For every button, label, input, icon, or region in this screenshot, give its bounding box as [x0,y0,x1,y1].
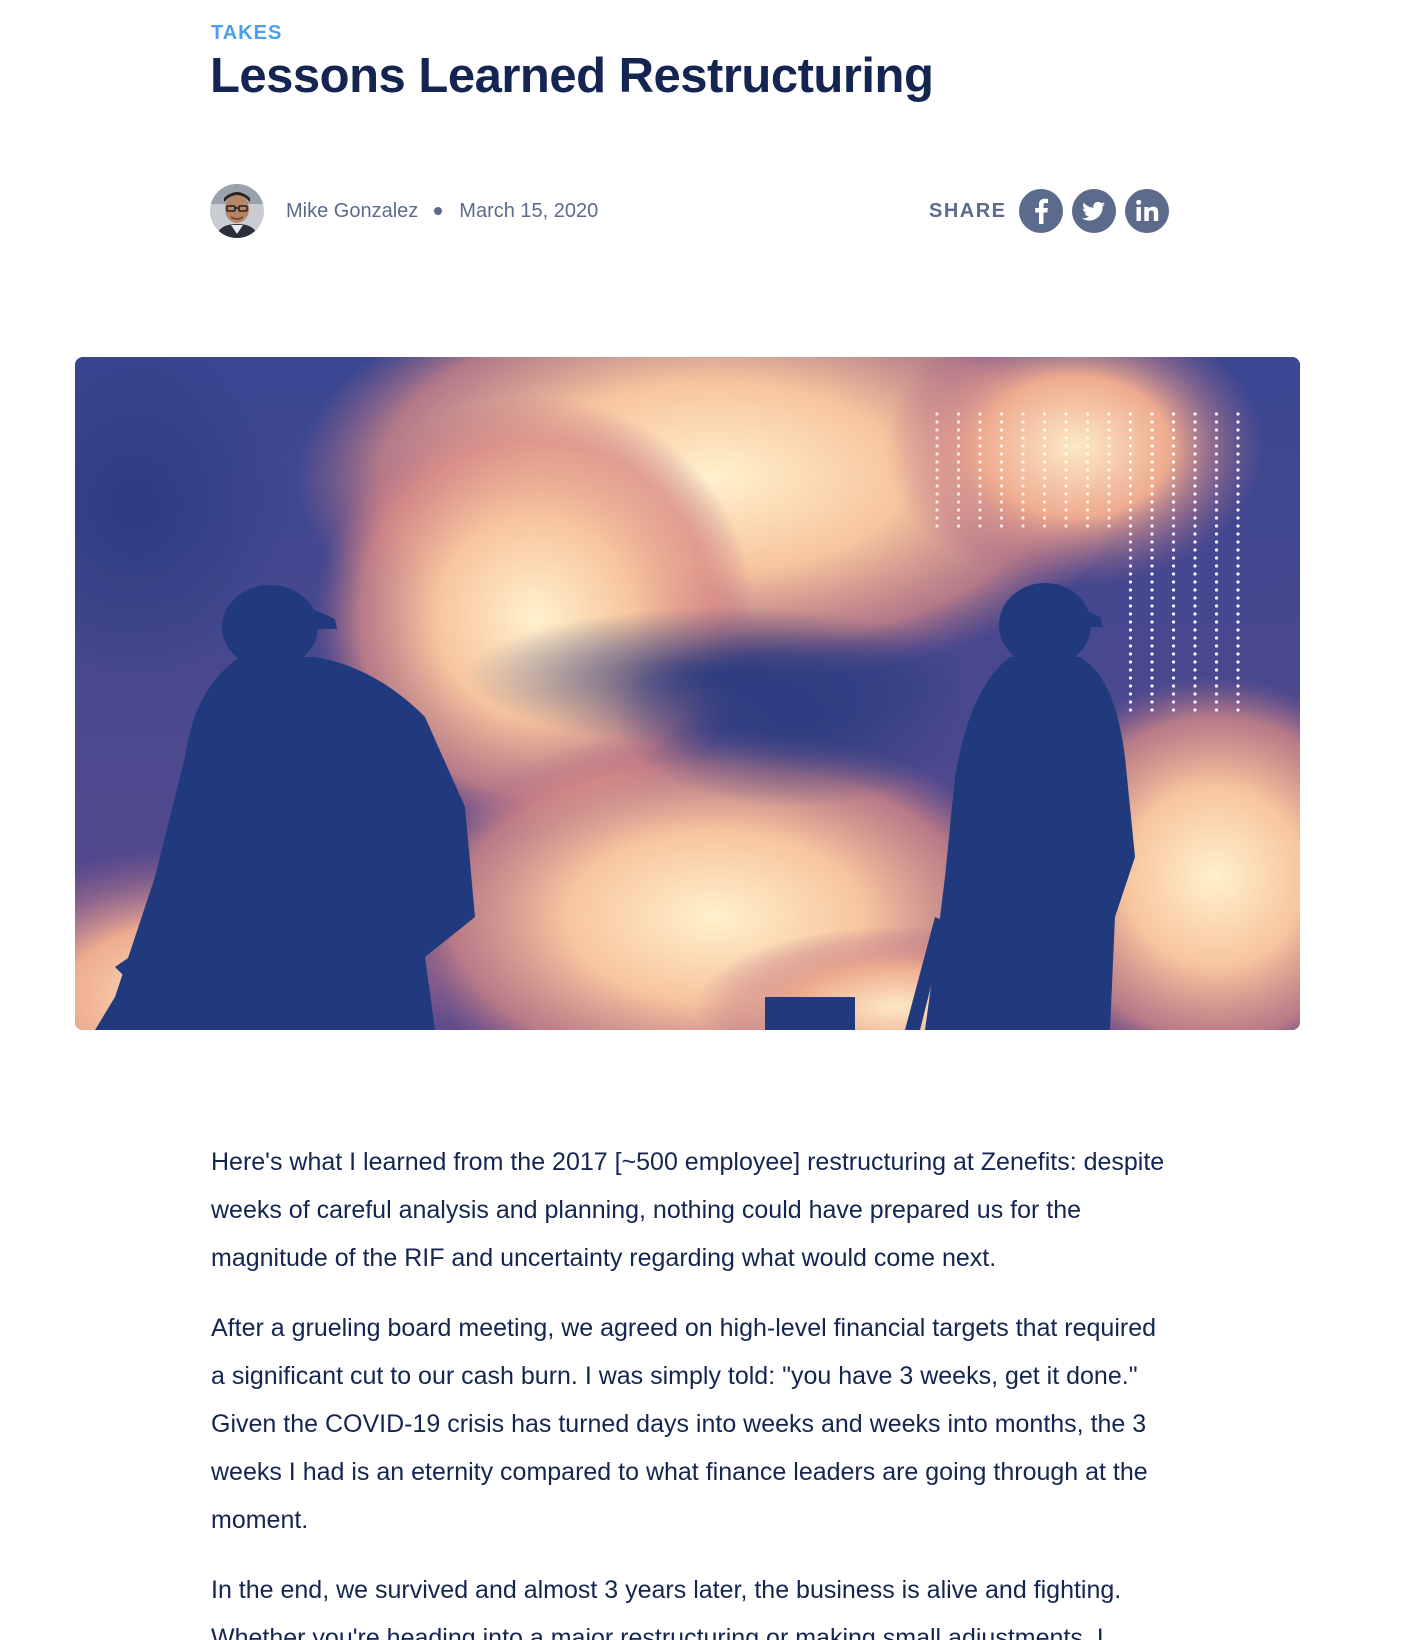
share-label: SHARE [929,199,1007,222]
author-name[interactable]: Mike Gonzalez [286,200,418,223]
article-body: Here's what I learned from the 2017 [~50… [211,1138,1171,1640]
article-paragraph: After a grueling board meeting, we agree… [211,1314,1157,1534]
author-avatar[interactable] [210,184,264,238]
page-title: Lessons Learned Restructuring [210,49,934,103]
publish-date: March 15, 2020 [459,199,599,222]
byline: Mike Gonzalez March 15, 2020 [210,184,598,238]
category-link[interactable]: TAKES [211,22,282,45]
share-bar: SHARE [929,189,1178,233]
facebook-icon[interactable] [1018,189,1063,233]
hero-image [75,357,1300,1030]
article-paragraph: Here's what I learned from the 2017 [~50… [211,1148,1165,1272]
separator-dot [434,207,443,215]
article-paragraph: In the end, we survived and almost 3 yea… [211,1576,1122,1640]
linkedin-icon[interactable] [1124,189,1169,233]
twitter-icon[interactable] [1071,189,1116,233]
